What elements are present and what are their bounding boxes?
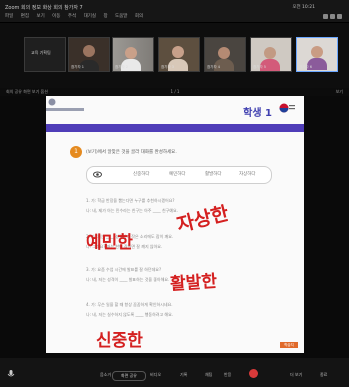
menu-item[interactable]: 파일 bbox=[5, 14, 13, 19]
audio-label[interactable]: 음소거 bbox=[100, 372, 111, 378]
menu-item[interactable]: 창 bbox=[103, 14, 107, 19]
menu-item[interactable]: 대기실 bbox=[84, 14, 96, 19]
shared-screen: 학생 1 1 (보기)에서 알맞은 것을 골라 대화를 완성하세요. 신중하다 … bbox=[0, 96, 349, 358]
participant-face bbox=[172, 46, 184, 58]
end-label[interactable]: 종료 bbox=[320, 372, 327, 378]
meeting-controls: 음소거 화면 공유 비디오 기록 채팅 반응 더 보기 종료 bbox=[0, 358, 349, 387]
participant-name: 참가자 1 bbox=[71, 65, 84, 69]
handwriting-4: 신중한 bbox=[96, 331, 143, 351]
participant-name: 참가자 2 bbox=[115, 65, 128, 69]
menu-item[interactable]: 회의 bbox=[135, 14, 143, 19]
menu-item[interactable]: 보기 bbox=[36, 14, 44, 19]
slide: 학생 1 1 (보기)에서 알맞은 것을 골라 대화를 완성하세요. 신중하다 … bbox=[46, 96, 304, 353]
handwriting-2: 예민한 bbox=[86, 233, 133, 253]
minimize-icon[interactable] bbox=[323, 14, 328, 19]
participant-face bbox=[311, 46, 323, 58]
participant-strip: 교육 기획팀 참가자 1 참가자 2 참가자 3 참가자 4 참가자 5 참가자… bbox=[0, 23, 349, 88]
menu-item[interactable]: 이동 bbox=[52, 14, 60, 19]
participant-name: 참가자 4 bbox=[207, 65, 220, 69]
view-button[interactable]: 보기 bbox=[313, 89, 343, 95]
participant-name: 교육 기획팀 bbox=[31, 50, 51, 55]
page-indicator[interactable]: 1 / 1 bbox=[165, 89, 185, 94]
share-button[interactable]: 화면 공유 bbox=[112, 371, 146, 381]
page-tag: 학습지 bbox=[280, 342, 298, 348]
participant-face bbox=[264, 47, 276, 59]
participant-tile[interactable]: 참가자 6 bbox=[296, 37, 338, 72]
share-info: 회의 공유 화면 보기 옵션 bbox=[6, 89, 48, 94]
annotation-layer: 자상한 예민한 활발한 신중한 bbox=[86, 202, 232, 351]
end-meeting-icon[interactable] bbox=[249, 369, 258, 378]
menu-item[interactable]: 편집 bbox=[21, 14, 29, 19]
share-toolbar: 회의 공유 화면 보기 옵션 1 / 1 보기 bbox=[0, 88, 349, 96]
menu-item[interactable]: 주석 bbox=[68, 14, 76, 19]
record-label[interactable]: 기록 bbox=[180, 372, 187, 378]
participant-face bbox=[125, 47, 137, 59]
window-controls bbox=[321, 4, 343, 19]
participant-tile[interactable]: 참가자 2 bbox=[112, 37, 154, 72]
participant-tile[interactable]: 참가자 4 bbox=[204, 37, 246, 72]
participant-name: 참가자 6 bbox=[299, 65, 312, 69]
handwriting-3: 활발한 bbox=[169, 271, 218, 295]
window-titlebar: Zoom 회의 정보 화상 회의 참가자 7 파일 편집 보기 이동 주석 대기… bbox=[0, 0, 349, 23]
reactions-label[interactable]: 반응 bbox=[224, 372, 231, 378]
menu-bar: 파일 편집 보기 이동 주석 대기실 창 도움말 회의 bbox=[5, 13, 245, 20]
menu-item[interactable]: 도움말 bbox=[115, 14, 127, 19]
microphone-icon[interactable] bbox=[6, 369, 16, 379]
participant-tile[interactable]: 참가자 1 bbox=[68, 37, 110, 72]
participant-face bbox=[83, 45, 95, 57]
clock: 오전 10:21 bbox=[292, 5, 315, 10]
participant-tile[interactable]: 참가자 3 bbox=[158, 37, 200, 72]
window-title: Zoom 회의 정보 화상 회의 참가자 7 bbox=[5, 5, 83, 11]
close-icon[interactable] bbox=[337, 14, 342, 19]
participant-tile[interactable]: 교육 기획팀 bbox=[24, 37, 66, 72]
participant-name: 참가자 5 bbox=[253, 65, 266, 69]
handwriting-1: 자상한 bbox=[175, 202, 232, 236]
participant-face bbox=[218, 47, 230, 59]
participant-tile[interactable]: 참가자 5 bbox=[250, 37, 292, 72]
participant-name: 참가자 3 bbox=[161, 65, 174, 69]
video-label[interactable]: 비디오 bbox=[150, 372, 161, 378]
more-label[interactable]: 더 보기 bbox=[290, 372, 302, 378]
maximize-icon[interactable] bbox=[330, 14, 335, 19]
chat-label[interactable]: 채팅 bbox=[205, 372, 212, 378]
